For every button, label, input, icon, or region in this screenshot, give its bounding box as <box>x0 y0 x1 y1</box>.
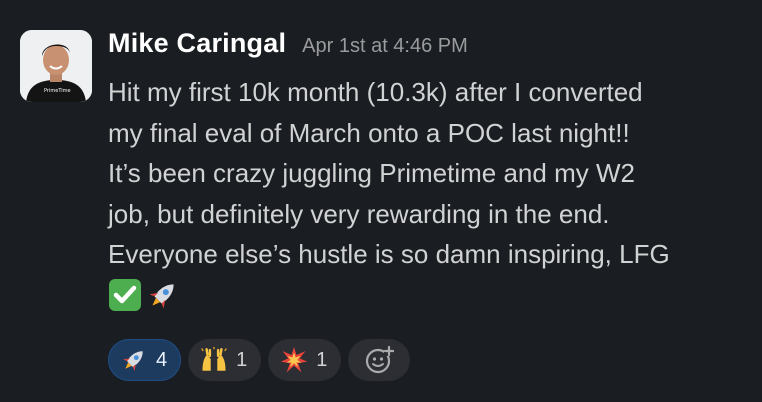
add-reaction-button[interactable] <box>348 339 411 381</box>
message-header: Mike Caringal Apr 1st at 4:46 PM <box>108 28 748 66</box>
sender-name[interactable]: Mike Caringal <box>108 28 286 59</box>
raising-hands-icon <box>201 346 227 371</box>
message-line: It’s been crazy juggling Primetime and m… <box>108 158 635 188</box>
avatar[interactable]: PrimeTime <box>20 30 92 102</box>
reactions-bar: 4 1 1 <box>108 339 411 381</box>
reaction-rocket[interactable]: 4 <box>108 339 182 381</box>
rocket-icon <box>149 283 174 308</box>
collision-icon <box>281 346 308 373</box>
message-body: Hit my first 10k month (10.3k) after I c… <box>108 72 748 315</box>
emoji-line <box>108 275 748 315</box>
message-line: my final eval of March onto a POC last n… <box>108 117 630 148</box>
reaction-count: 1 <box>236 348 248 371</box>
avatar-image: PrimeTime <box>20 30 92 102</box>
check-mark-button-icon <box>109 278 141 311</box>
message-content: Mike Caringal Apr 1st at 4:46 PM Hit my … <box>108 28 748 315</box>
message-line: job, but definitely very rewarding in th… <box>108 198 610 229</box>
reaction-raising-hands[interactable]: 1 <box>188 339 262 381</box>
rocket-icon <box>122 351 143 372</box>
reaction-count: 1 <box>316 348 328 371</box>
message-line: Everyone else’s hustle is so damn inspir… <box>108 239 670 269</box>
add-reaction-icon <box>366 345 395 374</box>
avatar-shirt-text: PrimeTime <box>44 88 71 94</box>
message-line: Hit my first 10k month (10.3k) after I c… <box>108 77 643 107</box>
reaction-count: 4 <box>156 348 168 371</box>
timestamp[interactable]: Apr 1st at 4:46 PM <box>302 35 468 58</box>
reaction-collision[interactable]: 1 <box>268 339 342 381</box>
slack-message: PrimeTime Mike Caringal Apr 1st at 4:46 … <box>0 0 762 402</box>
